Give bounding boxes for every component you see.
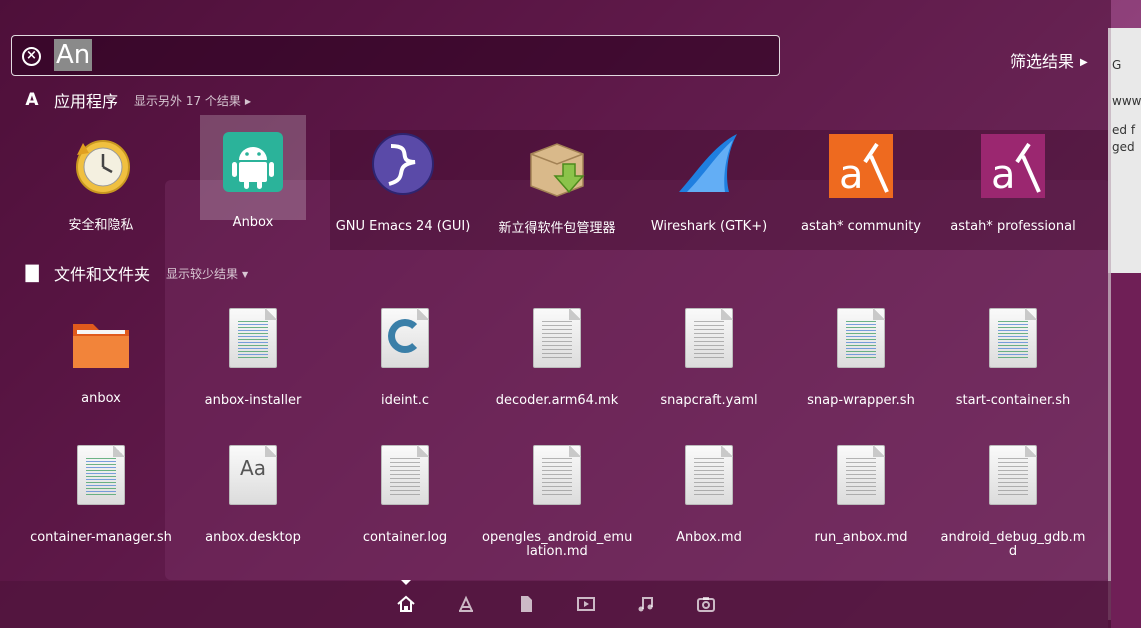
filter-results-label: 筛选结果 (1010, 52, 1075, 71)
file-label: anbox-installer (204, 393, 302, 408)
file-tile[interactable]: run_anbox.md (786, 445, 936, 545)
background-text: ed f (1112, 123, 1136, 137)
file-label: decoder.arm64.mk (495, 393, 619, 408)
home-lens-icon[interactable] (396, 594, 416, 614)
app-label: astah* community (801, 219, 921, 234)
file-label: android_debug_gdb.m (940, 530, 1086, 545)
text-file-icon (989, 445, 1037, 505)
clear-search-icon[interactable]: × (22, 47, 41, 66)
app-tile[interactable]: a astah* community (786, 134, 936, 234)
script-file-icon (837, 308, 885, 368)
app-label: 安全和隐私 (68, 218, 134, 233)
file-label-line2: d (1008, 544, 1018, 559)
desktop-file-icon: Aa (229, 445, 277, 505)
file-tile[interactable]: Anbox.md (634, 445, 784, 545)
file-label-line2: lation.md (526, 544, 588, 559)
package-manager-icon (525, 136, 589, 200)
music-lens-icon[interactable] (636, 594, 656, 614)
apps-show-more[interactable]: 显示另外 17 个结果 ▶ (134, 92, 251, 109)
file-tile[interactable]: anbox (26, 312, 176, 406)
app-tile-selected[interactable]: Anbox (178, 115, 328, 230)
file-tile[interactable]: ideint.c (330, 308, 480, 408)
background-text: G (1112, 58, 1122, 72)
file-label: snapcraft.yaml (660, 393, 758, 408)
apps-show-more-label: 显示另外 17 个结果 (134, 93, 241, 108)
app-label: GNU Emacs 24 (GUI) (335, 219, 471, 234)
files-show-less-label: 显示较少结果 (166, 266, 239, 281)
file-icon: ▇ (25, 263, 39, 283)
file-tile[interactable]: anbox-installer (178, 308, 328, 408)
files-lens-icon[interactable] (516, 594, 536, 614)
script-file-icon (989, 308, 1037, 368)
background-text: www (1112, 94, 1141, 108)
text-file-icon (533, 308, 581, 368)
text-file-icon (685, 308, 733, 368)
dash-border (1108, 28, 1111, 620)
c-source-file-icon (381, 308, 429, 368)
file-tile[interactable]: decoder.arm64.mk (482, 308, 632, 408)
applications-lens-icon[interactable] (456, 594, 476, 614)
script-file-icon (229, 308, 277, 368)
app-tile[interactable]: Wireshark (GTK+) (634, 132, 784, 234)
chevron-down-icon: ▼ (242, 269, 249, 279)
file-tile[interactable]: Aa anbox.desktop (178, 445, 328, 545)
android-icon (221, 130, 285, 194)
app-tile[interactable]: 安全和隐私 (26, 135, 176, 233)
text-file-icon (381, 445, 429, 505)
chevron-right-icon: ▶ (1080, 57, 1088, 68)
file-tile[interactable]: snap-wrapper.sh (786, 308, 936, 408)
file-label: opengles_android_emu (482, 530, 633, 545)
search-bar[interactable]: × An (11, 35, 780, 76)
file-label: start-container.sh (955, 393, 1071, 408)
file-tile[interactable]: android_debug_gdb.m d (938, 445, 1088, 559)
app-label: Wireshark (GTK+) (650, 219, 768, 234)
text-file-icon (837, 445, 885, 505)
search-input[interactable]: An (54, 39, 93, 71)
file-label: Anbox.md (676, 530, 742, 545)
file-label: ideint.c (380, 393, 430, 408)
lens-bar (0, 581, 1111, 628)
background-text: ged (1112, 140, 1135, 154)
svg-text:a: a (839, 152, 864, 198)
app-label: 新立得软件包管理器 (498, 221, 616, 236)
wireshark-icon (677, 132, 741, 196)
video-lens-icon[interactable] (576, 594, 596, 614)
emacs-icon (371, 132, 435, 196)
folder-icon (69, 312, 133, 376)
photos-lens-icon[interactable] (696, 594, 716, 614)
files-section-title: 文件和文件夹 (54, 265, 151, 284)
app-tile[interactable]: a astah* professional (938, 134, 1088, 234)
filter-results-button[interactable]: 筛选结果 ▶ (1010, 48, 1088, 72)
file-label: snap-wrapper.sh (807, 393, 915, 408)
apps-section-header: A 应用程序 显示另外 17 个结果 ▶ (22, 88, 251, 112)
file-label: anbox (81, 391, 121, 406)
file-label: container-manager.sh (30, 530, 172, 545)
svg-text:a: a (991, 152, 1016, 198)
script-file-icon (77, 445, 125, 505)
apps-section-title: 应用程序 (54, 92, 119, 111)
files-section-header: ▇ 文件和文件夹 显示较少结果 ▼ (22, 261, 248, 285)
text-file-icon (533, 445, 581, 505)
file-tile[interactable]: start-container.sh (938, 308, 1088, 408)
chevron-right-icon: ▶ (244, 96, 252, 106)
file-tile[interactable]: snapcraft.yaml (634, 308, 784, 408)
file-tile[interactable]: opengles_android_emu lation.md (482, 445, 632, 559)
applications-icon: A (25, 90, 39, 110)
security-privacy-icon (69, 135, 133, 199)
astah-community-icon: a (829, 134, 893, 198)
files-show-less[interactable]: 显示较少结果 ▼ (166, 265, 248, 282)
file-tile[interactable]: container-manager.sh (26, 445, 176, 545)
background-desktop (1108, 273, 1141, 628)
file-label: container.log (362, 530, 448, 545)
file-label: anbox.desktop (205, 530, 301, 545)
app-tile[interactable]: 新立得软件包管理器 (482, 136, 632, 236)
app-label: astah* professional (950, 219, 1076, 234)
astah-professional-icon: a (981, 134, 1045, 198)
file-tile[interactable]: container.log (330, 445, 480, 545)
text-file-icon (685, 445, 733, 505)
app-tile[interactable]: GNU Emacs 24 (GUI) (328, 132, 478, 234)
file-label: run_anbox.md (814, 530, 908, 545)
active-lens-indicator (401, 580, 411, 585)
background-browser-window: G www ed f ged (1108, 28, 1141, 273)
